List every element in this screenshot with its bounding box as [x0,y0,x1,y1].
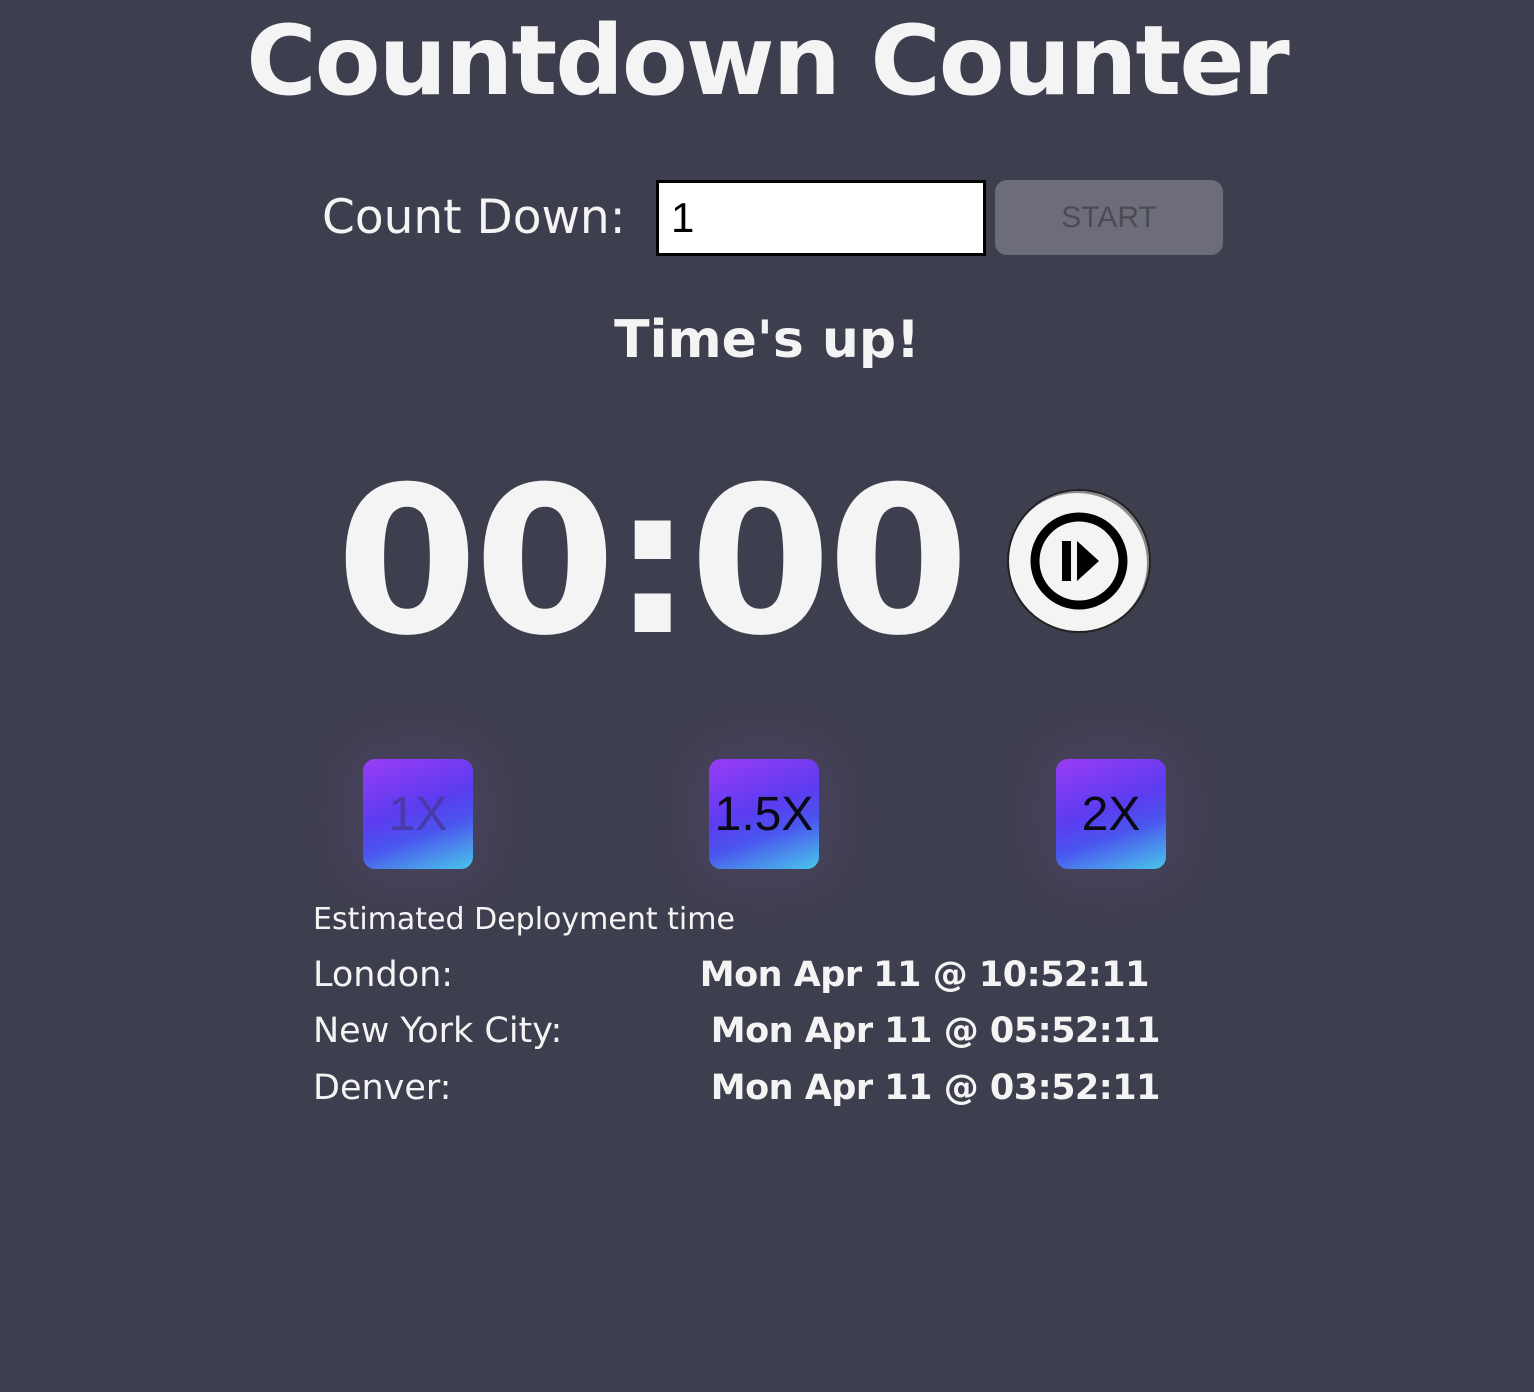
count-down-input[interactable] [656,180,986,256]
speed-1-5x-button[interactable]: 1.5X [709,759,819,869]
countdown-page: Countdown Counter Count Down: START Time… [0,0,1534,1392]
city-time: Mon Apr 11 @ 05:52:11 [710,1011,1161,1051]
city-name: New York City: [313,1011,563,1051]
count-down-label: Count Down: [322,190,626,245]
deployment-row-denver: Denver: Mon Apr 11 @ 03:52:11 [313,1065,1173,1115]
play-pause-icon [1030,512,1128,610]
page-title: Countdown Counter [246,5,1290,117]
city-name: Denver: [313,1068,452,1108]
start-button[interactable]: START [995,180,1223,255]
city-time: Mon Apr 11 @ 03:52:11 [710,1068,1161,1108]
timer-display: 00:00 [336,444,969,681]
deployment-row-new-york: New York City: Mon Apr 11 @ 05:52:11 [313,1008,1173,1058]
status-message: Time's up! [614,310,920,370]
deployment-row-london: London: Mon Apr 11 @ 10:52:11 [313,952,1173,1002]
city-time: Mon Apr 11 @ 10:52:11 [699,955,1150,995]
speed-1x-button[interactable]: 1X [363,759,473,869]
play-pause-button[interactable] [1007,489,1151,633]
speed-2x-button[interactable]: 2X [1056,759,1166,869]
deployment-heading: Estimated Deployment time [313,902,735,937]
countdown-form: Count Down: START [0,180,1534,256]
city-name: London: [313,955,454,995]
